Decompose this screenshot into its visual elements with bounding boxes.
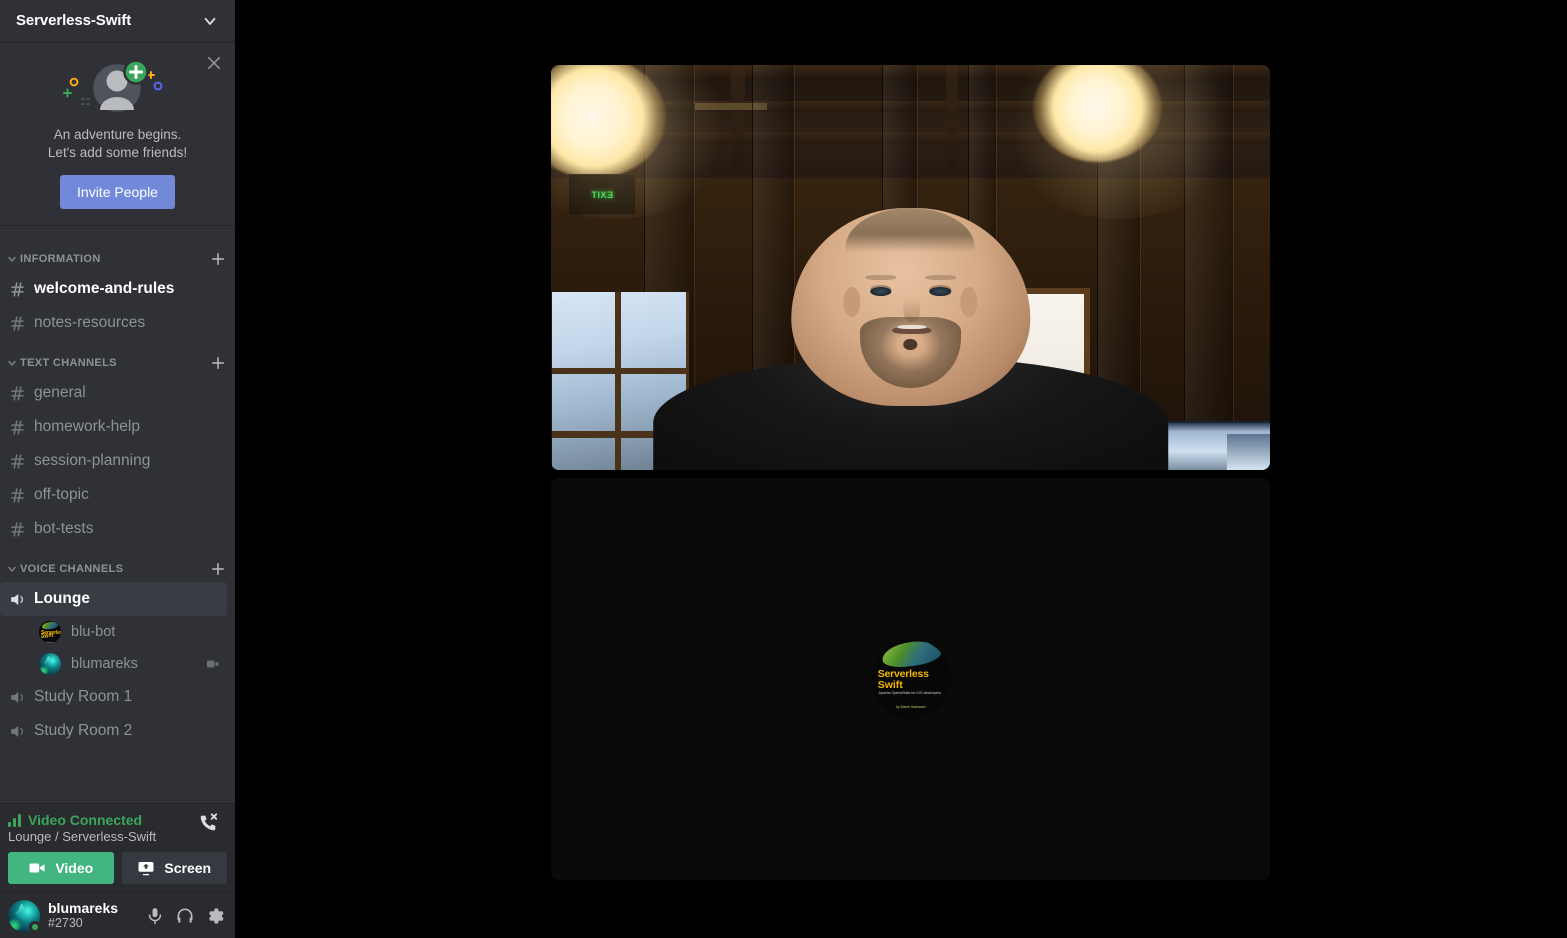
headphones-icon[interactable] <box>175 906 195 926</box>
voice-location-text: Lounge / Serverless-Swift <box>8 829 157 844</box>
avatar[interactable] <box>8 899 41 933</box>
phone-hangup-icon[interactable] <box>197 812 219 834</box>
channel-label: welcome-and-rules <box>34 280 175 297</box>
voice-member-blu-bot[interactable]: Serverless Swift Apache OpenWhisk for iO… <box>0 616 235 648</box>
camera-feed: EXIT <box>551 65 1270 470</box>
user-panel: blumareks #2730 <box>0 892 235 938</box>
video-tile-avatar[interactable]: Serverless Swift Apache OpenWhisk for iO… <box>551 478 1270 880</box>
category-label: TEXT CHANNELS <box>20 357 117 369</box>
plus-icon[interactable] <box>209 560 227 578</box>
video-button-label: Video <box>55 860 94 876</box>
channel-label: general <box>34 384 86 401</box>
voice-member-blumareks[interactable]: blumareks <box>0 648 235 680</box>
book-title-line2: Swift <box>877 679 903 691</box>
invite-banner: An adventure begins. Let's add some frie… <box>0 42 235 226</box>
category-label: VOICE CHANNELS <box>20 563 124 575</box>
book-footer: by Marek Sadowski <box>896 704 926 709</box>
hash-icon <box>11 453 24 469</box>
invite-people-button[interactable]: Invite People <box>60 175 175 209</box>
voice-channel-lounge[interactable]: Lounge <box>0 582 227 616</box>
book-subtitle: Apache OpenWhisk for iOS developers <box>878 691 942 695</box>
video-toggle-button[interactable]: Video <box>8 852 114 884</box>
channel-label: notes-resources <box>34 314 146 331</box>
discord-window: Serverless-Swift An adventure begins. Le… <box>0 0 1567 938</box>
channel-label: bot-tests <box>34 520 94 537</box>
server-header[interactable]: Serverless-Swift <box>0 0 235 42</box>
channel-bot-tests[interactable]: bot-tests <box>0 512 227 546</box>
channel-notes-resources[interactable]: notes-resources <box>0 306 227 340</box>
screen-button-label: Screen <box>164 860 212 876</box>
screen-share-button[interactable]: Screen <box>121 852 227 884</box>
channel-homework-help[interactable]: homework-help <box>0 410 227 444</box>
channel-label: Study Room 2 <box>34 722 133 739</box>
category-text-channels[interactable]: TEXT CHANNELS <box>0 340 235 376</box>
hash-icon <box>11 281 24 297</box>
avatar <box>39 653 61 675</box>
video-camera-icon <box>29 863 45 873</box>
hash-icon <box>11 521 24 537</box>
video-stage: EXIT Serverless Swift Apache OpenWhisk f… <box>235 0 1567 938</box>
user-discriminator: #2730 <box>48 915 83 930</box>
voice-member-name: blu-bot <box>71 624 116 640</box>
voice-status-text: Video Connected <box>28 812 143 828</box>
book-title-line1: Serverless <box>877 667 929 680</box>
voice-channel-study-room-1[interactable]: Study Room 1 <box>0 680 227 714</box>
channel-label: session-planning <box>34 452 151 469</box>
avatar: Serverless Swift Apache OpenWhisk for iO… <box>39 621 61 643</box>
channel-list: INFORMATION welcome-and-rules notes-reso… <box>0 226 235 803</box>
hash-icon <box>11 487 24 503</box>
channel-welcome-and-rules[interactable]: welcome-and-rules <box>0 272 227 306</box>
voice-channel-study-room-2[interactable]: Study Room 2 <box>0 714 227 748</box>
channel-off-topic[interactable]: off-topic <box>0 478 227 512</box>
chevron-down-icon <box>8 360 16 366</box>
status-badge <box>29 920 41 933</box>
signal-bars-icon <box>8 814 21 827</box>
exit-sign: EXIT <box>567 174 636 215</box>
voice-member-name: blumareks <box>71 656 138 672</box>
hash-icon <box>11 385 24 401</box>
gear-icon[interactable] <box>205 906 225 926</box>
plus-icon[interactable] <box>209 354 227 372</box>
channel-label: Lounge <box>34 590 90 607</box>
chevron-down-icon[interactable] <box>201 12 219 30</box>
hash-icon <box>11 315 24 331</box>
chevron-down-icon <box>8 566 16 572</box>
category-information[interactable]: INFORMATION <box>0 236 235 272</box>
channel-label: homework-help <box>34 418 140 435</box>
video-tile-camera[interactable]: EXIT <box>551 65 1270 470</box>
avatar: Serverless Swift Apache OpenWhisk for iO… <box>870 639 951 719</box>
server-name: Serverless-Swift <box>16 12 132 29</box>
speaker-icon <box>11 593 24 605</box>
category-label: INFORMATION <box>20 253 101 265</box>
channel-session-planning[interactable]: session-planning <box>0 444 227 478</box>
voice-connection-panel: Video Connected Lounge / Serverless-Swif… <box>0 803 235 892</box>
speaker-icon <box>11 691 24 703</box>
invite-banner-line2: Let's add some friends! <box>47 145 188 160</box>
close-icon[interactable] <box>205 54 223 72</box>
add-friend-illustration <box>10 60 225 118</box>
channel-label: Study Room 1 <box>34 688 133 705</box>
screen-share-icon <box>138 862 154 876</box>
category-voice-channels[interactable]: VOICE CHANNELS <box>0 546 235 582</box>
speaker-icon <box>11 725 24 737</box>
channel-label: off-topic <box>34 486 89 503</box>
chevron-down-icon <box>8 256 16 262</box>
username: blumareks <box>48 899 119 916</box>
sidebar: Serverless-Swift An adventure begins. Le… <box>0 0 235 938</box>
invite-banner-line1: An adventure begins. <box>53 127 182 142</box>
channel-general[interactable]: general <box>0 376 227 410</box>
plus-icon[interactable] <box>209 250 227 268</box>
video-camera-icon <box>207 660 219 668</box>
microphone-icon[interactable] <box>145 906 165 926</box>
hash-icon <box>11 419 24 435</box>
person <box>652 203 1169 470</box>
laptop-secondary <box>1226 433 1270 470</box>
